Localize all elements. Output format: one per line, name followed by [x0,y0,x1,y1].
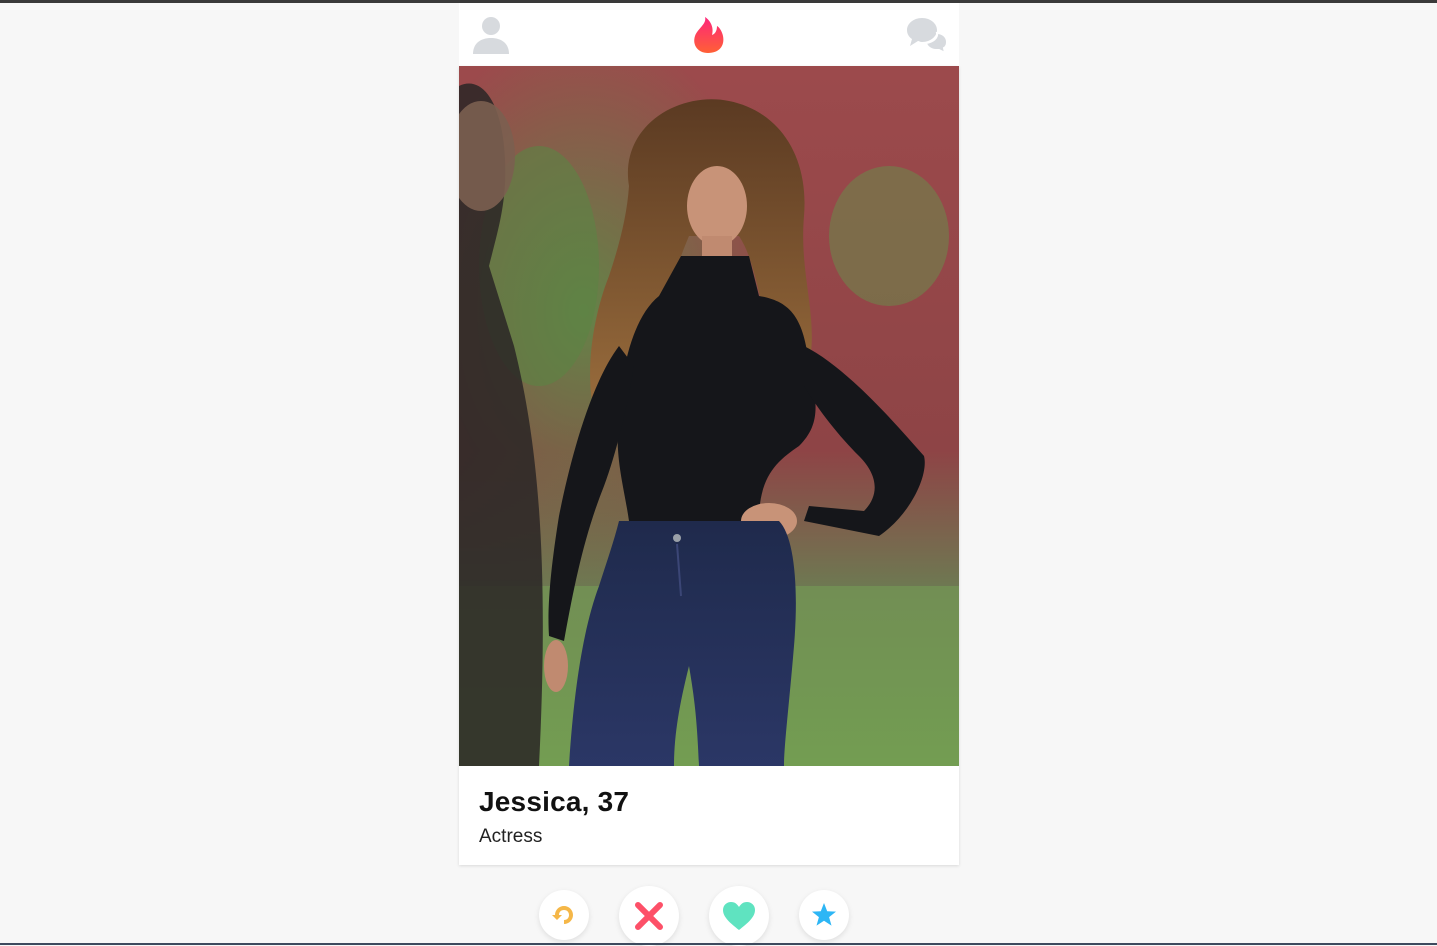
rewind-button[interactable] [539,890,589,940]
profile-photo [459,66,959,766]
super-like-button[interactable] [799,890,849,940]
action-buttons-bar [0,881,1437,945]
app-container: Jessica, 37 Actress [459,3,959,865]
heart-icon [722,901,756,931]
profile-card[interactable]: Jessica, 37 Actress [459,66,959,865]
chat-bubbles-icon [906,15,948,55]
star-icon [811,902,837,928]
profile-photo-image [459,66,959,766]
app-logo [687,13,731,57]
messages-button[interactable] [905,13,949,57]
top-nav [459,3,959,66]
flame-icon [692,15,726,55]
profile-info: Jessica, 37 Actress [459,766,959,865]
profile-name-age: Jessica, 37 [479,766,939,818]
profile-button[interactable] [469,13,513,57]
like-button[interactable] [709,886,769,946]
x-icon [634,901,664,931]
profile-job: Actress [479,826,939,848]
person-icon [470,14,512,56]
rewind-icon [551,902,577,928]
nope-button[interactable] [619,886,679,946]
